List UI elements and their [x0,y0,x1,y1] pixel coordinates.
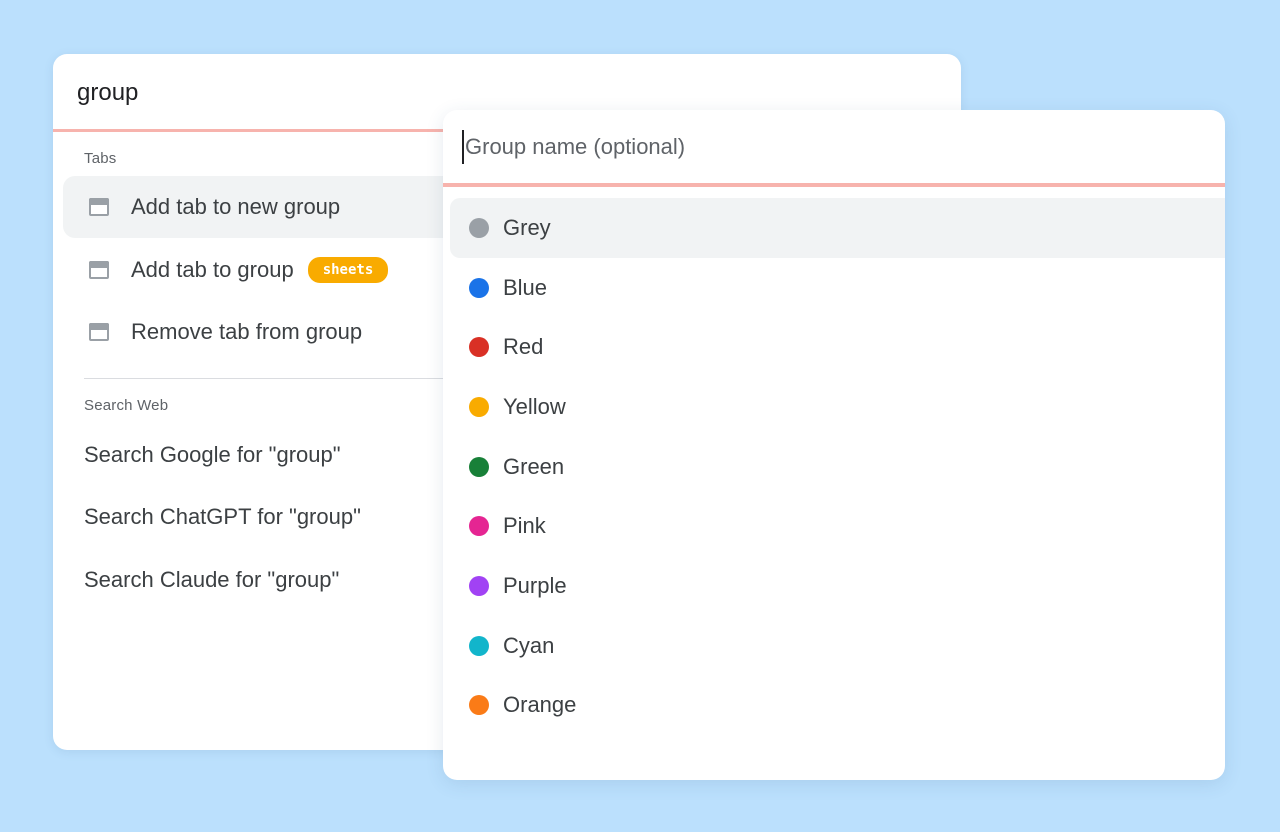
color-swatch-icon [469,695,489,716]
group-badge: sheets [307,257,389,283]
color-swatch-icon [469,217,489,238]
add-tab-to-new-group-command[interactable]: Add tab to new group [63,176,483,238]
tabs-section-header: Tabs [84,150,117,167]
add-tab-to-group-command[interactable]: Add tab to group sheets [63,239,483,301]
color-label: Orange [503,692,577,718]
group-dialog: Grey Blue Red Yellow Green Pink [443,110,1225,780]
color-option-purple[interactable]: Purple [450,556,1225,616]
color-swatch-icon [469,337,489,358]
tab-icon [89,261,109,279]
color-label: Purple [503,572,567,598]
group-name-input[interactable] [462,130,1202,164]
color-swatch-icon [469,456,489,477]
color-option-blue[interactable]: Blue [450,258,1225,318]
color-label: Pink [503,513,546,539]
color-label: Blue [503,274,548,300]
color-swatch-icon [469,575,489,596]
color-option-grey[interactable]: Grey [450,198,1225,258]
color-option-red[interactable]: Red [450,317,1225,377]
color-option-pink[interactable]: Pink [450,496,1225,556]
tab-icon [89,198,109,216]
color-label: Cyan [503,632,555,658]
command-label: Add tab to new group [131,194,341,219]
command-label: Add tab to group [131,257,294,282]
color-option-yellow[interactable]: Yellow [450,377,1225,437]
dialog-divider [443,183,1225,187]
color-swatch-icon [469,635,489,656]
search-google-command[interactable]: Search Google for "group" [84,442,341,468]
remove-tab-from-group-command[interactable]: Remove tab from group [63,301,483,363]
search-claude-command[interactable]: Search Claude for "group" [84,567,339,593]
search-chatgpt-command[interactable]: Search ChatGPT for "group" [84,504,361,530]
color-label: Green [503,453,565,479]
color-label: Yellow [503,393,566,419]
search-web-section-header: Search Web [84,397,169,414]
stage: group Tabs Add tab to new group Add tab … [0,0,1280,832]
section-divider [84,378,484,379]
color-list: Grey Blue Red Yellow Green Pink Purple C… [450,198,1225,735]
color-label: Grey [503,214,551,240]
color-swatch-icon [469,277,489,298]
color-label: Red [503,334,544,360]
color-swatch-icon [469,396,489,417]
tab-icon [89,323,109,341]
color-option-orange[interactable]: Orange [450,676,1225,736]
palette-search-query[interactable]: group [77,76,138,110]
color-option-cyan[interactable]: Cyan [450,616,1225,676]
color-swatch-icon [469,516,489,537]
color-option-green[interactable]: Green [450,437,1225,497]
command-label: Remove tab from group [131,319,363,344]
